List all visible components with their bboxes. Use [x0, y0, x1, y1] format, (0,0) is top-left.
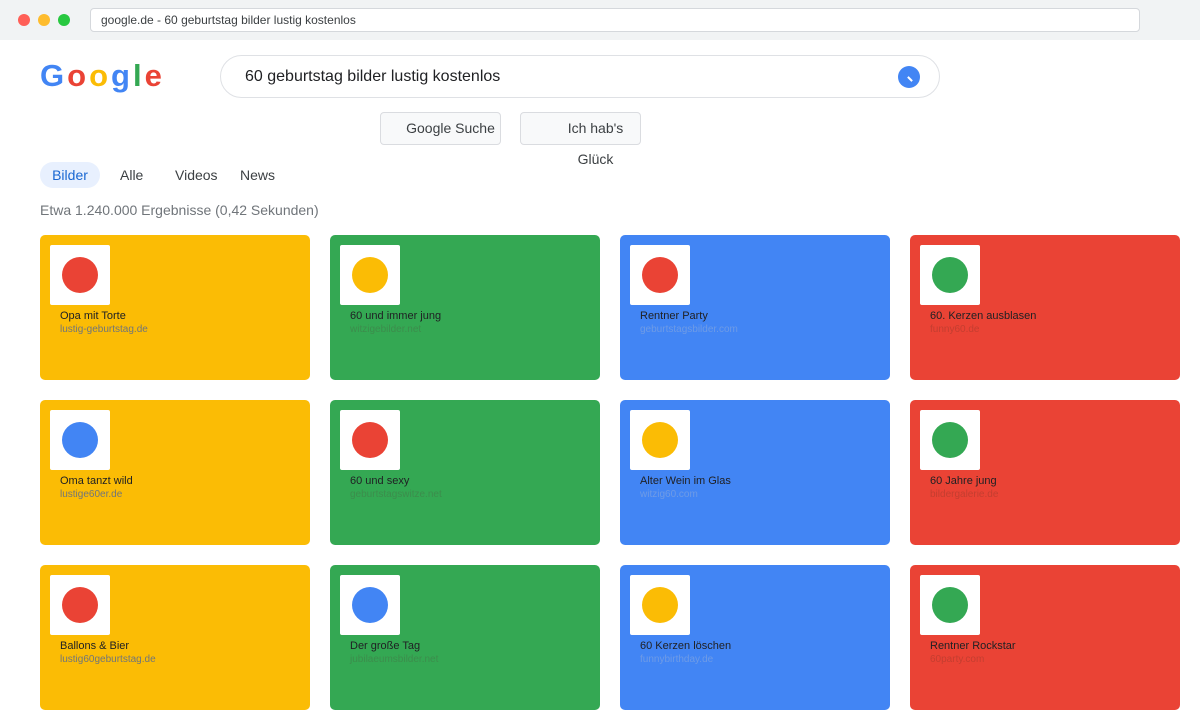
logo-letter: l [132, 58, 145, 93]
image-result-card[interactable]: Opa mit Torte lustig-geburtstag.de [40, 235, 310, 380]
image-result-card[interactable]: Oma tanzt wild lustige60er.de [40, 400, 310, 545]
logo-letter: G [40, 58, 68, 93]
result-source[interactable]: jubilaeumsbilder.net [350, 654, 438, 665]
tab-videos[interactable]: Videos [175, 162, 218, 188]
logo-letter: o [67, 58, 90, 93]
result-thumbnail[interactable] [630, 410, 690, 470]
thumbnail-circle-icon [932, 257, 968, 293]
minimize-window-button[interactable] [38, 14, 50, 26]
maximize-window-button[interactable] [58, 14, 70, 26]
image-result-card[interactable]: Ballons & Bier lustig60geburtstag.de [40, 565, 310, 710]
thumbnail-circle-icon [352, 587, 388, 623]
result-thumbnail[interactable] [340, 245, 400, 305]
result-source[interactable]: witzig60.com [640, 489, 698, 500]
result-source[interactable]: 60party.com [930, 654, 984, 665]
thumbnail-circle-icon [62, 587, 98, 623]
result-title[interactable]: 60. Kerzen ausblasen [930, 310, 1036, 322]
result-thumbnail[interactable] [630, 575, 690, 635]
search-icon[interactable] [898, 66, 920, 88]
logo-letter: e [144, 58, 165, 93]
image-result-card[interactable]: Der große Tag jubilaeumsbilder.net [330, 565, 600, 710]
search-input[interactable]: 60 geburtstag bilder lustig kostenlos [245, 56, 500, 98]
result-title[interactable]: Ballons & Bier [60, 640, 129, 652]
result-title[interactable]: 60 Kerzen löschen [640, 640, 731, 652]
result-source[interactable]: geburtstagswitze.net [350, 489, 442, 500]
result-source[interactable]: witzigebilder.net [350, 324, 421, 335]
result-source[interactable]: bildergalerie.de [930, 489, 998, 500]
result-source[interactable]: geburtstagsbilder.com [640, 324, 738, 335]
search-box[interactable]: 60 geburtstag bilder lustig kostenlos [220, 55, 940, 98]
tab-news[interactable]: News [240, 162, 275, 188]
result-thumbnail[interactable] [920, 575, 980, 635]
result-title[interactable]: Rentner Rockstar [930, 640, 1016, 652]
thumbnail-circle-icon [642, 257, 678, 293]
google-search-button[interactable]: Google Suche [380, 112, 501, 145]
result-title[interactable]: Rentner Party [640, 310, 708, 322]
result-source[interactable]: funnybirthday.de [640, 654, 713, 665]
thumbnail-circle-icon [352, 422, 388, 458]
result-thumbnail[interactable] [340, 410, 400, 470]
image-result-card[interactable]: Rentner Party geburtstagsbilder.com [620, 235, 890, 380]
thumbnail-circle-icon [62, 422, 98, 458]
thumbnail-circle-icon [642, 422, 678, 458]
result-title[interactable]: Der große Tag [350, 640, 420, 652]
thumbnail-circle-icon [932, 587, 968, 623]
google-logo[interactable]: Google [40, 56, 165, 96]
browser-toolbar: google.de - 60 geburtstag bilder lustig … [0, 0, 1200, 40]
result-thumbnail[interactable] [50, 575, 110, 635]
result-thumbnail[interactable] [50, 245, 110, 305]
tab-alle[interactable]: Alle [120, 162, 143, 188]
result-title[interactable]: Oma tanzt wild [60, 475, 133, 487]
result-title[interactable]: Opa mit Torte [60, 310, 126, 322]
result-thumbnail[interactable] [920, 410, 980, 470]
image-result-card[interactable]: 60 Jahre jung bildergalerie.de [910, 400, 1180, 545]
result-title[interactable]: 60 und immer jung [350, 310, 441, 322]
feeling-lucky-button[interactable]: Ich hab's Glück [520, 112, 641, 167]
result-thumbnail[interactable] [50, 410, 110, 470]
image-result-card[interactable]: 60 und immer jung witzigebilder.net [330, 235, 600, 380]
image-result-card[interactable]: 60. Kerzen ausblasen funny60.de [910, 235, 1180, 380]
address-bar[interactable]: google.de - 60 geburtstag bilder lustig … [90, 8, 1140, 32]
thumbnail-circle-icon [352, 257, 388, 293]
thumbnail-circle-icon [62, 257, 98, 293]
logo-letter: g [111, 58, 133, 93]
result-title[interactable]: 60 und sexy [350, 475, 409, 487]
image-result-card[interactable]: Alter Wein im Glas witzig60.com [620, 400, 890, 545]
result-source[interactable]: lustige60er.de [60, 489, 122, 500]
result-thumbnail[interactable] [920, 245, 980, 305]
logo-letter: o [89, 58, 111, 93]
result-source[interactable]: lustig60geburtstag.de [60, 654, 156, 665]
result-thumbnail[interactable] [630, 245, 690, 305]
result-title[interactable]: Alter Wein im Glas [640, 475, 731, 487]
result-title[interactable]: 60 Jahre jung [930, 475, 997, 487]
result-stats: Etwa 1.240.000 Ergebnisse (0,42 Sekunden… [40, 202, 319, 218]
image-result-card[interactable]: 60 und sexy geburtstagswitze.net [330, 400, 600, 545]
thumbnail-circle-icon [642, 587, 678, 623]
image-result-card[interactable]: Rentner Rockstar 60party.com [910, 565, 1180, 710]
thumbnail-circle-icon [932, 422, 968, 458]
image-result-card[interactable]: 60 Kerzen löschen funnybirthday.de [620, 565, 890, 710]
close-window-button[interactable] [18, 14, 30, 26]
result-source[interactable]: lustig-geburtstag.de [60, 324, 148, 335]
result-thumbnail[interactable] [340, 575, 400, 635]
tab-bilder[interactable]: Bilder [40, 162, 100, 188]
result-source[interactable]: funny60.de [930, 324, 980, 335]
